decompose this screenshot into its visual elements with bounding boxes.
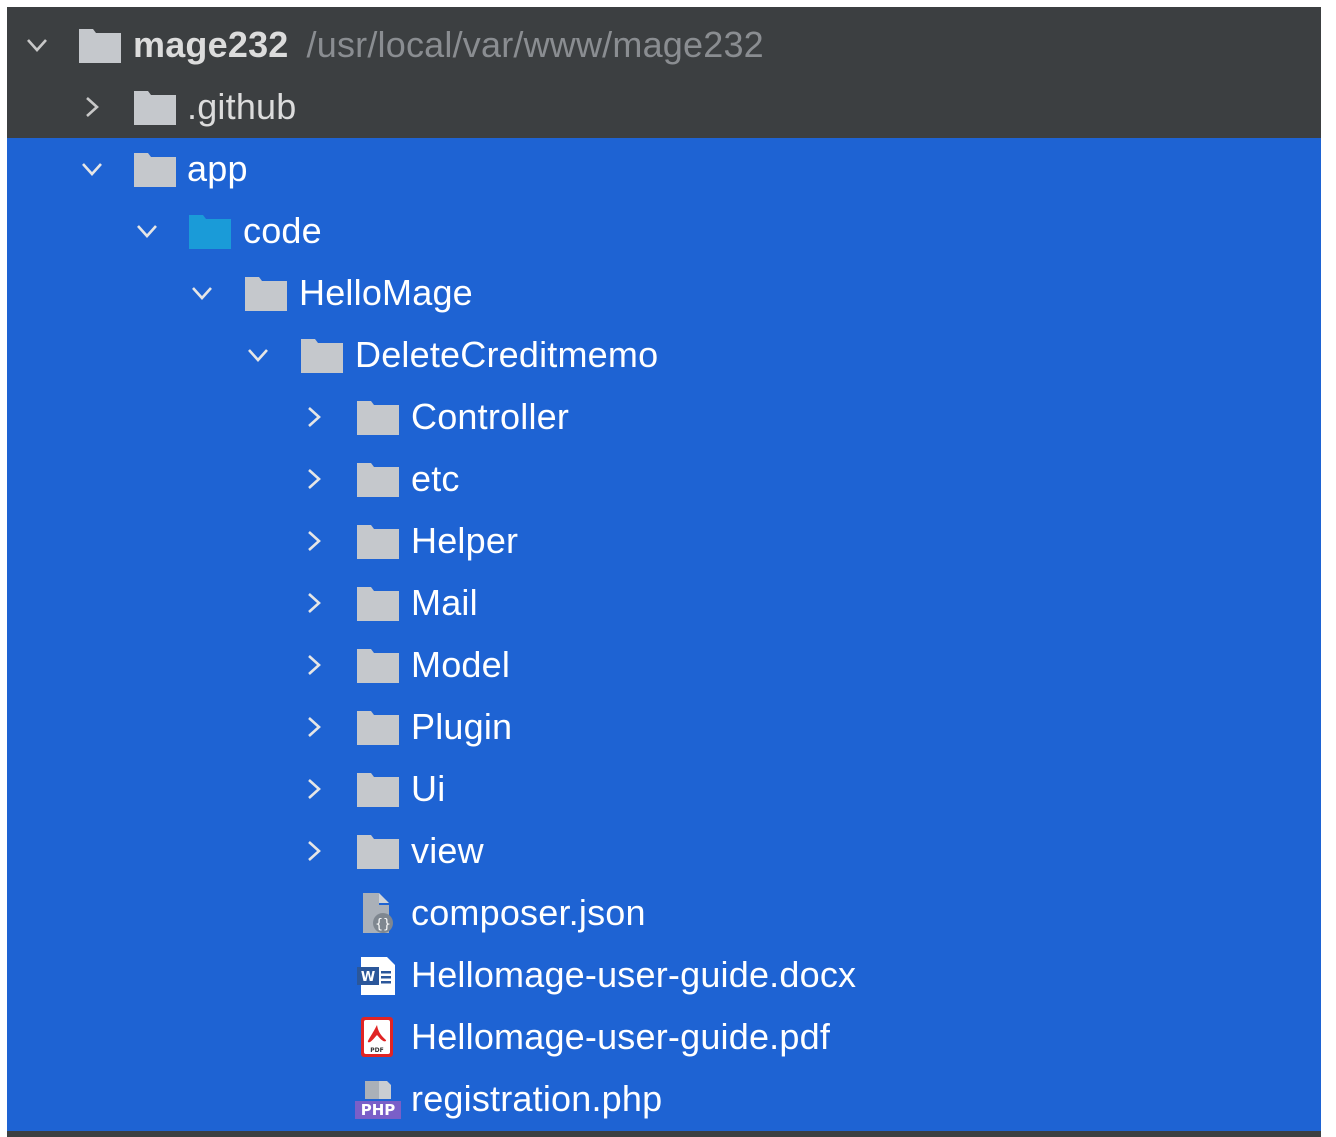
tree-item-label: view — [411, 830, 484, 871]
project-tree-panel: mage232/usr/local/var/www/mage232 .githu… — [7, 7, 1321, 1131]
chevron-right-icon[interactable] — [299, 836, 329, 866]
word-file-icon: W — [355, 953, 401, 997]
chevron-right-icon[interactable] — [299, 588, 329, 618]
chevron-down-icon[interactable] — [132, 216, 162, 246]
tree-row-folder[interactable]: Plugin — [7, 696, 1321, 758]
chevron-right-icon[interactable] — [77, 92, 107, 122]
tree-item-label: Controller — [411, 396, 570, 437]
pdf-icon-label: PDF — [370, 1047, 383, 1054]
folder-icon — [132, 147, 178, 191]
tree-item-label: Hellomage-user-guide.pdf — [411, 1016, 831, 1057]
chevron-down-icon[interactable] — [243, 340, 273, 370]
tree-item-label: Ui — [411, 768, 446, 809]
tree-row-github[interactable]: .github — [7, 76, 1321, 138]
chevron-right-icon[interactable] — [299, 526, 329, 556]
tree-row-folder[interactable]: Ui — [7, 758, 1321, 820]
word-icon-label: W — [361, 970, 375, 985]
tree-row-file[interactable]: {} composer.json — [7, 882, 1321, 944]
folder-icon — [243, 271, 289, 315]
tree-item-label: registration.php — [411, 1078, 663, 1119]
tree-item-label: mage232/usr/local/var/www/mage232 — [133, 24, 764, 66]
pdf-file-icon: PDF — [355, 1015, 401, 1059]
chevron-right-icon[interactable] — [299, 650, 329, 680]
folder-icon — [355, 643, 401, 687]
tree-item-label: etc — [411, 458, 460, 499]
php-icon-label: PHP — [361, 1101, 396, 1119]
tree-item-label: Hellomage-user-guide.docx — [411, 954, 857, 995]
tree-item-label: Mail — [411, 582, 478, 623]
tree-row-hellomage[interactable]: HelloMage — [7, 262, 1321, 324]
tree-item-label: code — [243, 210, 322, 251]
project-root-path: /usr/local/var/www/mage232 — [306, 24, 764, 65]
chevron-down-icon[interactable] — [77, 154, 107, 184]
tree-item-label: HelloMage — [299, 272, 473, 313]
tree-row-folder[interactable]: etc — [7, 448, 1321, 510]
chevron-right-icon[interactable] — [299, 712, 329, 742]
folder-icon — [355, 519, 401, 563]
json-file-icon: {} — [355, 891, 401, 935]
folder-icon — [355, 457, 401, 501]
tree-item-label: .github — [187, 86, 297, 127]
tree-row-app[interactable]: app — [7, 138, 1321, 200]
tree-row-file[interactable]: PDF Hellomage-user-guide.pdf — [7, 1006, 1321, 1068]
tree-row-folder[interactable]: Helper — [7, 510, 1321, 572]
tree-row-code[interactable]: code — [7, 200, 1321, 262]
tree-row-folder[interactable]: Model — [7, 634, 1321, 696]
php-file-icon: PHP — [355, 1077, 401, 1121]
chevron-right-icon[interactable] — [299, 774, 329, 804]
folder-icon — [355, 395, 401, 439]
folder-icon — [355, 581, 401, 625]
folder-icon — [132, 85, 178, 129]
tree-item-label: Plugin — [411, 706, 513, 747]
tree-item-label: Helper — [411, 520, 519, 561]
panel-bottom-border — [7, 1131, 1321, 1137]
tree-row-file[interactable]: W Hellomage-user-guide.docx — [7, 944, 1321, 1006]
tree-row-file[interactable]: PHP registration.php — [7, 1068, 1321, 1130]
tree-item-label: app — [187, 148, 248, 189]
project-root-name: mage232 — [133, 24, 289, 65]
chevron-right-icon[interactable] — [299, 402, 329, 432]
tree-item-label: DeleteCreditmemo — [355, 334, 659, 375]
folder-icon — [77, 23, 123, 67]
tree-row-folder[interactable]: Controller — [7, 386, 1321, 448]
tree-row-folder[interactable]: view — [7, 820, 1321, 882]
tree-item-label: Model — [411, 644, 511, 685]
folder-icon — [355, 705, 401, 749]
tree-item-label: composer.json — [411, 892, 646, 933]
svg-text:{}: {} — [375, 917, 391, 932]
chevron-down-icon[interactable] — [187, 278, 217, 308]
tree-row-module[interactable]: DeleteCreditmemo — [7, 324, 1321, 386]
chevron-down-icon[interactable] — [22, 30, 52, 60]
folder-icon — [355, 767, 401, 811]
tree-row-folder[interactable]: Mail — [7, 572, 1321, 634]
tree-row-root[interactable]: mage232/usr/local/var/www/mage232 — [7, 14, 1321, 76]
folder-icon — [355, 829, 401, 873]
chevron-right-icon[interactable] — [299, 464, 329, 494]
folder-icon — [299, 333, 345, 377]
source-folder-icon — [187, 209, 233, 253]
